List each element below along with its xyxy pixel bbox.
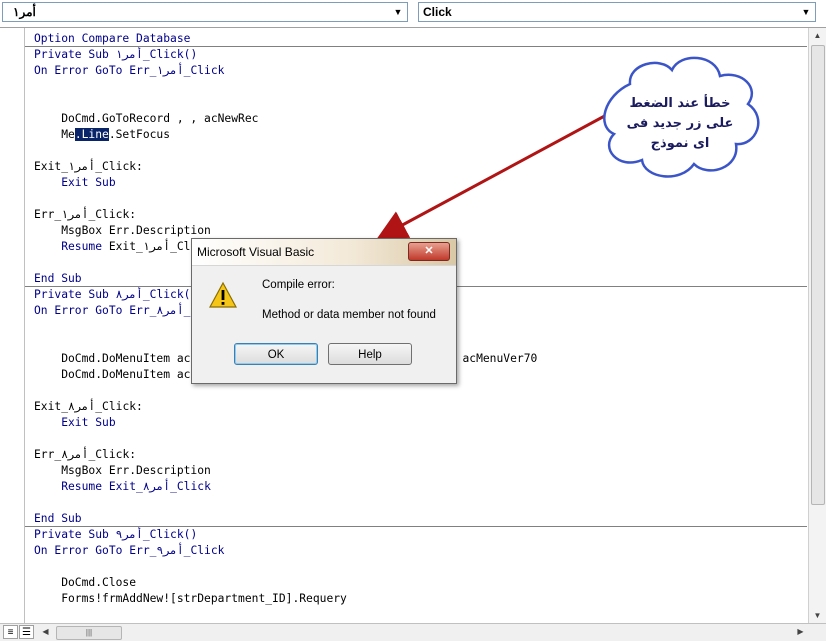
dialog-title-bar[interactable]: Microsoft Visual Basic ✕ [192,239,456,266]
full-module-view-icon[interactable]: ☰ [19,625,34,639]
code-token: On Error GoTo [34,64,130,77]
code-token: MsgBox Err.Description [34,464,211,477]
scroll-left-arrow-icon[interactable]: ◀ [38,624,53,639]
scroll-down-arrow-icon[interactable]: ▼ [810,608,825,623]
code-token: Err_أمر١_Click [129,64,225,77]
horizontal-scroll-thumb[interactable]: ||| [56,626,122,640]
vertical-scroll-thumb[interactable] [811,45,825,505]
callout-line: على زر جديد فى [626,116,734,131]
code-token: Resume [34,480,109,493]
procedure-combo[interactable]: Click ▼ [418,2,816,22]
dialog-title: Microsoft Visual Basic [197,245,315,259]
procedure-separator [25,526,807,527]
code-line[interactable]: End Sub [34,511,82,527]
help-button[interactable]: Help [328,343,412,365]
error-heading: Compile error: [262,279,335,291]
code-token: Resume [34,240,109,253]
code-token: Option Compare Database [34,32,191,45]
code-line[interactable]: DoCmd.GoToRecord , , acNewRec [34,111,258,127]
code-line[interactable]: Private Sub أمر٨_Click() [34,287,197,303]
code-line[interactable]: Resume Exit_أمر١_Click [34,239,211,255]
code-token: Private Sub [34,528,116,541]
code-token: On Error GoTo [34,304,130,317]
code-line[interactable]: Err_أمر١_Click: [34,207,136,223]
code-token: أمر١_Click() [115,48,198,61]
code-token: أمر٨_Click() [115,288,198,301]
code-token: Private Sub [34,288,116,301]
margin-indicator-bar[interactable] [0,28,25,624]
code-line[interactable]: MsgBox Err.Description [34,463,211,479]
callout-text: خطأ عند الضغط على زر جديد فى اى نموذج [610,94,750,154]
code-line[interactable]: Private Sub أمر٩_Click() [34,527,197,543]
code-token: End Sub [34,272,82,285]
code-line[interactable]: Option Compare Database [34,31,190,47]
object-combo[interactable]: أمر١ ▼ [2,2,408,22]
code-line[interactable]: Exit Sub [34,415,116,431]
code-token: Err_أمر١_Click: [34,208,137,221]
code-token: DoCmd.GoToRecord , , acNewRec [34,112,259,125]
warning-icon [208,281,238,308]
chevron-down-icon[interactable]: ▼ [391,6,405,19]
code-line[interactable]: On Error GoTo Err_أمر١_Click [34,63,224,79]
code-line[interactable]: DoCmd.Close [34,575,136,591]
code-token: .SetFocus [108,128,171,141]
code-token: MsgBox Err.Description [34,224,211,237]
code-token: Exit_أمر٨_Click [108,480,211,493]
procedure-combo-value: Click [423,5,452,19]
code-line[interactable]: Err_أمر٨_Click: [34,447,136,463]
code-line[interactable]: End Sub [34,271,82,287]
code-line[interactable]: Forms!frmAddNew![strDepartment_ID].Reque… [34,591,347,607]
code-line[interactable]: Resume Exit_أمر٨_Click [34,479,211,495]
code-line[interactable]: On Error GoTo Err_أمر٩_Click [34,543,224,559]
code-token: Exit Sub [34,176,116,189]
code-line[interactable]: MsgBox Err.Description [34,223,211,239]
procedure-separator [25,46,807,47]
close-icon[interactable]: ✕ [408,242,450,261]
scroll-up-arrow-icon[interactable]: ▲ [810,28,825,43]
callout-line: خطأ عند الضغط [629,96,731,111]
procedure-view-icon[interactable]: ≡ [3,625,18,639]
code-line[interactable]: Exit Sub [34,175,116,191]
chevron-down-icon[interactable]: ▼ [799,6,813,19]
scroll-right-arrow-icon[interactable]: ▶ [793,624,808,639]
compile-error-dialog[interactable]: Microsoft Visual Basic ✕ Compile error: … [191,238,457,384]
code-line[interactable]: Me.Line.SetFocus [34,127,170,143]
code-token: Exit_أمر١_Click: [34,160,143,173]
error-message: Method or data member not found [262,309,436,321]
vertical-scrollbar[interactable]: ▲ ▼ [808,28,826,624]
ok-button[interactable]: OK [234,343,318,365]
code-token: Exit_أمر٨_Click: [34,400,143,413]
code-line[interactable]: Exit_أمر١_Click: [34,159,143,175]
code-token: DoCmd.Close [34,576,137,589]
code-line[interactable]: Exit_أمر٨_Click: [34,399,143,415]
code-token: End Sub [34,512,82,525]
code-line[interactable]: Private Sub أمر١_Click() [34,47,197,63]
object-combo-value: أمر١ [13,5,36,19]
code-token: On Error GoTo [34,544,130,557]
callout-line: اى نموذج [650,136,710,151]
code-token: .Line [74,128,109,141]
code-token: Exit Sub [34,416,116,429]
code-token: Forms!frmAddNew![strDepartment_ID].Reque… [34,592,347,605]
code-token: Me [34,128,75,141]
bottom-bar: ≡ ☰ ◀ ||| ▶ [0,623,826,641]
code-token: Private Sub [34,48,116,61]
combo-toolbar: أمر١ ▼ Click ▼ [0,0,826,26]
code-token: Err_أمر٨_Click: [34,448,137,461]
code-token: أمر٩_Click() [115,528,198,541]
code-token: Err_أمر٩_Click [129,544,225,557]
